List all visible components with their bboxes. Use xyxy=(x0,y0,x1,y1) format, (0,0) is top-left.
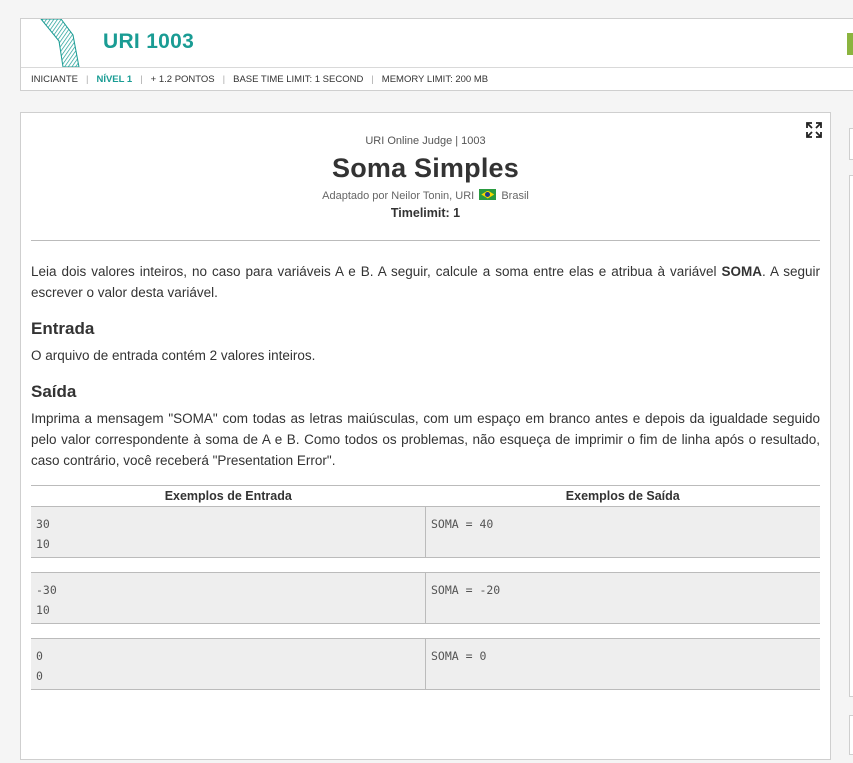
side-panel-fragment xyxy=(849,175,853,697)
timelimit: Timelimit: 1 xyxy=(390,206,461,220)
sample-output[interactable]: SOMA = 40 xyxy=(426,507,820,557)
samples-header: Exemplos de Entrada Exemplos de Saída xyxy=(31,485,820,507)
meta-memory: MEMORY LIMIT: 200 MB xyxy=(381,74,489,85)
sample-spacer xyxy=(31,624,820,639)
meta-separator: | xyxy=(371,74,374,85)
input-section-title: Entrada xyxy=(31,319,95,338)
description-text: Leia dois valores inteiros, no caso para… xyxy=(31,264,722,279)
author-country: Brasil xyxy=(501,190,529,202)
problem-code: URI 1003 xyxy=(103,30,195,53)
sample-row: 0 0 SOMA = 0 xyxy=(31,639,820,690)
meta-separator: | xyxy=(140,74,143,85)
problem-meta: INICIANTE | NÍVEL 1 | + 1.2 PONTOS | BAS… xyxy=(21,67,853,91)
sample-output[interactable]: SOMA = -20 xyxy=(426,573,820,623)
meta-separator: | xyxy=(85,74,89,85)
output-section-title: Saída xyxy=(31,382,77,401)
sample-row: -30 10 SOMA = -20 xyxy=(31,573,820,624)
side-panel-fragment xyxy=(849,128,853,160)
sample-output[interactable]: SOMA = 0 xyxy=(426,639,820,689)
side-panel-fragment xyxy=(849,715,853,755)
sample-input[interactable]: 0 0 xyxy=(31,639,426,689)
problem-header: URI 1003 INICIANTE | NÍVEL 1 | + 1.2 PON… xyxy=(20,18,853,91)
sample-input[interactable]: 30 10 xyxy=(31,507,426,557)
uri-logo xyxy=(40,19,80,67)
samples-input-header: Exemplos de Entrada xyxy=(164,489,292,503)
description-bold: SOMA xyxy=(721,264,763,279)
sample-input[interactable]: -30 10 xyxy=(31,573,426,623)
author-line: Adaptado por Neilor Tonin, URI Brasil xyxy=(21,189,830,202)
problem-card: URI Online Judge | 1003 Soma Simples Ada… xyxy=(20,112,831,760)
status-tab[interactable] xyxy=(847,33,853,55)
meta-base-time: BASE TIME LIMIT: 1 SECOND xyxy=(233,74,364,85)
samples-table: Exemplos de Entrada Exemplos de Saída 30… xyxy=(31,485,820,690)
meta-level: NÍVEL 1 xyxy=(96,74,133,85)
author-text: Adaptado por Neilor Tonin, URI xyxy=(322,190,475,202)
divider xyxy=(31,240,820,241)
judge-line: URI Online Judge | 1003 xyxy=(365,135,486,147)
input-section-text: O arquivo de entrada contém 2 valores in… xyxy=(31,348,316,363)
samples-output-header: Exemplos de Saída xyxy=(565,489,680,503)
sample-row: 30 10 SOMA = 40 xyxy=(31,507,820,558)
problem-description: Leia dois valores inteiros, no caso para… xyxy=(31,261,820,303)
meta-separator: | xyxy=(222,74,226,85)
page-title: Soma Simples xyxy=(332,153,519,183)
meta-category: INICIANTE xyxy=(31,74,78,85)
expand-icon[interactable] xyxy=(806,122,822,138)
output-section-text: Imprima a mensagem "SOMA" com todas as l… xyxy=(31,411,820,468)
sample-spacer xyxy=(31,558,820,573)
brazil-flag-icon xyxy=(479,189,497,200)
meta-points: + 1.2 PONTOS xyxy=(150,74,215,85)
